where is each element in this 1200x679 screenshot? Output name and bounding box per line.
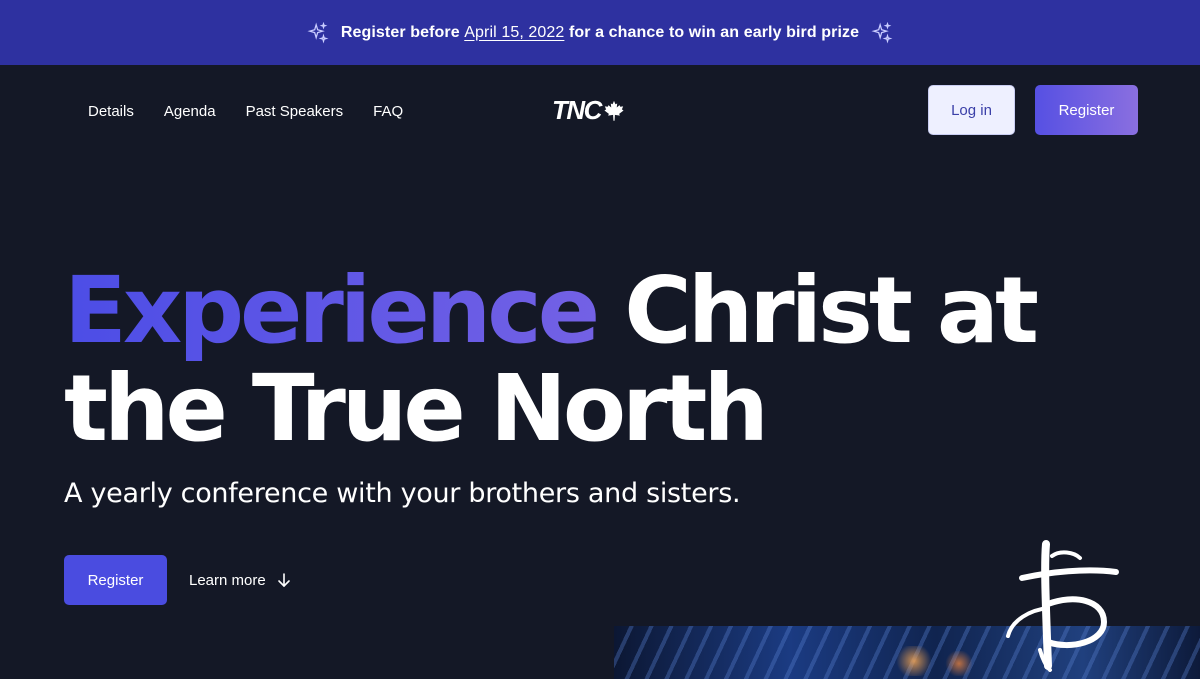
banner-date-link[interactable]: April 15, 2022 (464, 24, 564, 41)
hero-title: Experience Christ at the True North (64, 262, 1064, 458)
sparkle-icon (871, 21, 893, 43)
logo-text: TNC (552, 95, 602, 125)
banner-message: Register before April 15, 2022 for a cha… (341, 24, 859, 42)
hero-actions: Register Learn more (64, 555, 292, 605)
learn-more-link[interactable]: Learn more (189, 572, 292, 589)
nav-link-details[interactable]: Details (88, 103, 134, 120)
hero-subtitle: A yearly conference with your brothers a… (64, 478, 741, 509)
nav-actions: Log in Register (928, 85, 1138, 135)
announcement-banner: Register before April 15, 2022 for a cha… (0, 0, 1200, 65)
main-nav: Details Agenda Past Speakers FAQ TNC Log… (0, 65, 1200, 157)
nav-link-faq[interactable]: FAQ (373, 103, 403, 120)
stage-light (894, 646, 934, 676)
site-logo[interactable]: TNC (552, 95, 625, 126)
sparkle-icon (307, 21, 329, 43)
stage-light (944, 651, 974, 676)
hero-title-line2: the True North (64, 355, 769, 462)
login-button[interactable]: Log in (928, 85, 1015, 135)
learn-more-label: Learn more (189, 571, 266, 589)
hero-register-button[interactable]: Register (64, 555, 167, 605)
banner-text-after: for a chance to win an early bird prize (564, 23, 860, 41)
maple-leaf-icon (604, 100, 624, 121)
nav-link-agenda[interactable]: Agenda (164, 103, 216, 120)
nav-register-button[interactable]: Register (1035, 85, 1138, 135)
nav-link-past-speakers[interactable]: Past Speakers (246, 103, 344, 120)
banner-text-before: Register before (340, 23, 465, 41)
hero-title-line1-rest: Christ at (596, 257, 1039, 364)
nav-links: Details Agenda Past Speakers FAQ (88, 65, 403, 157)
arrow-down-icon (277, 573, 290, 587)
cross-logo-icon (1006, 540, 1119, 672)
hero-title-accent: Experience (64, 257, 600, 364)
